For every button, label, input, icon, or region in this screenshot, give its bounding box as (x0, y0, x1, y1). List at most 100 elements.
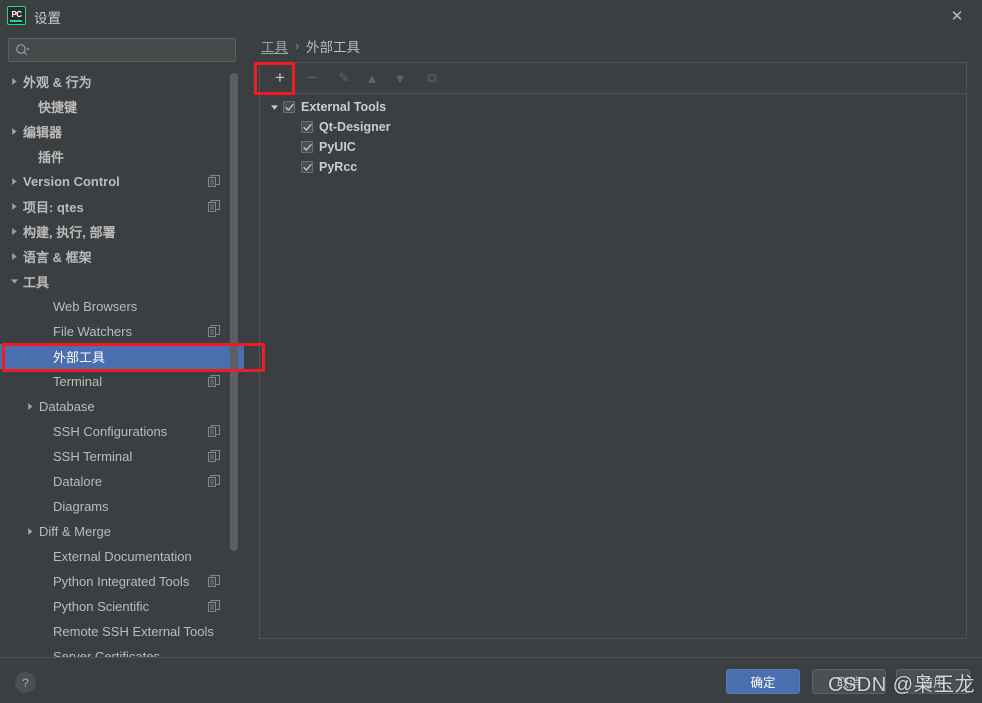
search-icon (15, 43, 30, 57)
search-input[interactable] (30, 43, 235, 57)
breadcrumb-separator-icon: › (295, 39, 299, 53)
sidebar-item-15[interactable]: SSH Terminal (0, 444, 244, 469)
sidebar-item-label: 插件 (38, 150, 65, 165)
close-icon[interactable]: ✕ (942, 4, 972, 28)
spacer-icon (23, 101, 35, 113)
tool-tree-label: External Tools (301, 100, 387, 114)
sidebar-item-20[interactable]: Python Integrated Tools (0, 569, 244, 594)
sidebar-item-4[interactable]: Version Control (0, 169, 244, 194)
sidebar-item-5[interactable]: 项目: qtes (0, 194, 244, 219)
sidebar-scrollbar-track[interactable] (230, 71, 238, 653)
pycharm-logo-text: PC (11, 9, 22, 19)
sidebar-item-label: 构建, 执行, 部署 (23, 225, 116, 240)
chevron-right-icon[interactable] (8, 226, 20, 238)
sidebar-item-9[interactable]: Web Browsers (0, 294, 244, 319)
sidebar-item-22[interactable]: Remote SSH External Tools (0, 619, 244, 644)
search-box[interactable] (8, 38, 236, 62)
chevron-down-icon[interactable] (8, 276, 20, 288)
sidebar-item-17[interactable]: Diagrams (0, 494, 244, 519)
cancel-button[interactable]: 取消 (812, 669, 886, 694)
tool-checkbox[interactable] (283, 101, 295, 113)
spacer-icon (38, 376, 50, 388)
spacer-icon (38, 451, 50, 463)
spacer-icon (38, 576, 50, 588)
external-tools-panel: + − ✎ ▲ ▼ ⧉ External Tools Qt-Designer PyUIC PyR… (259, 62, 967, 639)
sidebar-item-10[interactable]: File Watchers (0, 319, 244, 344)
sidebar-item-6[interactable]: 构建, 执行, 部署 (0, 219, 244, 244)
chevron-right-icon[interactable] (24, 401, 36, 413)
ok-button[interactable]: 确定 (726, 669, 800, 694)
tool-tree-label: Qt-Designer (319, 120, 391, 134)
chevron-right-icon[interactable] (24, 526, 36, 538)
spacer-icon (38, 601, 50, 613)
move-up-button: ▲ (358, 65, 386, 91)
sidebar-item-8[interactable]: 工具 (0, 269, 244, 294)
sidebar-item-12[interactable]: Terminal (0, 369, 244, 394)
chevron-right-icon[interactable] (8, 76, 20, 88)
tool-checkbox[interactable] (301, 141, 313, 153)
tool-tree-row[interactable]: External Tools (260, 97, 966, 117)
tool-tree-row[interactable]: Qt-Designer (260, 117, 966, 137)
chevron-down-icon[interactable] (268, 101, 281, 114)
project-scope-icon (208, 425, 220, 437)
edit-button: ✎ (330, 65, 358, 91)
spacer-icon (38, 426, 50, 438)
breadcrumb: 工具 › 外部工具 (261, 36, 360, 56)
external-tools-tree: External Tools Qt-Designer PyUIC PyRcc (260, 94, 966, 177)
sidebar-item-18[interactable]: Diff & Merge (0, 519, 244, 544)
spacer-icon (23, 151, 35, 163)
sidebar-item-11[interactable]: 外部工具 (0, 344, 244, 369)
tool-tree-label: PyRcc (319, 160, 358, 174)
move-down-button: ▼ (386, 65, 414, 91)
project-scope-icon (208, 325, 220, 337)
spacer-icon (38, 326, 50, 338)
spacer-icon (38, 501, 50, 513)
sidebar-item-2[interactable]: 编辑器 (0, 119, 244, 144)
sidebar-scrollbar-thumb[interactable] (230, 73, 238, 551)
settings-dialog: PC 设置 ✕ 外观 & 行为快捷键编辑器插件 Version Control 项目… (0, 0, 982, 703)
breadcrumb-parent[interactable]: 工具 (261, 36, 288, 56)
sidebar-item-3[interactable]: 插件 (0, 144, 244, 169)
external-tools-toolbar: + − ✎ ▲ ▼ ⧉ (260, 63, 966, 94)
add-button[interactable]: + (266, 65, 294, 91)
sidebar-item-label: 编辑器 (23, 125, 63, 140)
sidebar-item-14[interactable]: SSH Configurations (0, 419, 244, 444)
sidebar-item-19[interactable]: External Documentation (0, 544, 244, 569)
tool-tree-row[interactable]: PyRcc (260, 157, 966, 177)
pycharm-logo-icon: PC (7, 6, 26, 25)
remove-icon: − (307, 68, 317, 87)
project-scope-icon (208, 600, 220, 612)
tool-checkbox[interactable] (301, 161, 313, 173)
sidebar-item-16[interactable]: Datalore (0, 469, 244, 494)
sidebar-item-label: Remote SSH External Tools (53, 624, 214, 639)
sidebar-item-label: 外部工具 (53, 350, 106, 365)
sidebar-item-23[interactable]: Server Certificates (0, 644, 244, 657)
title-bar: PC 设置 ✕ (0, 0, 982, 31)
spacer-icon (38, 626, 50, 638)
help-icon[interactable]: ? (15, 672, 36, 693)
tool-checkbox[interactable] (301, 121, 313, 133)
copy-icon: ⧉ (427, 70, 437, 85)
apply-button[interactable]: 应用 (896, 669, 970, 694)
chevron-right-icon[interactable] (8, 251, 20, 263)
spacer-icon (38, 551, 50, 563)
sidebar-item-13[interactable]: Database (0, 394, 244, 419)
sidebar-item-label: Server Certificates (53, 649, 160, 657)
add-icon: + (275, 68, 285, 87)
spacer-icon (38, 351, 50, 363)
chevron-right-icon[interactable] (8, 176, 20, 188)
sidebar-item-21[interactable]: Python Scientific (0, 594, 244, 619)
sidebar-item-1[interactable]: 快捷键 (0, 94, 244, 119)
project-scope-icon (208, 200, 220, 212)
project-scope-icon (208, 450, 220, 462)
sidebar-item-label: 外观 & 行为 (23, 75, 92, 90)
chevron-right-icon[interactable] (8, 201, 20, 213)
chevron-right-icon[interactable] (8, 126, 20, 138)
sidebar-item-7[interactable]: 语言 & 框架 (0, 244, 244, 269)
tool-tree-label: PyUIC (319, 140, 356, 154)
move-down-icon: ▼ (393, 70, 407, 86)
spacer-icon (38, 476, 50, 488)
sidebar-item-0[interactable]: 外观 & 行为 (0, 69, 244, 94)
tool-tree-row[interactable]: PyUIC (260, 137, 966, 157)
breadcrumb-current: 外部工具 (306, 40, 360, 55)
